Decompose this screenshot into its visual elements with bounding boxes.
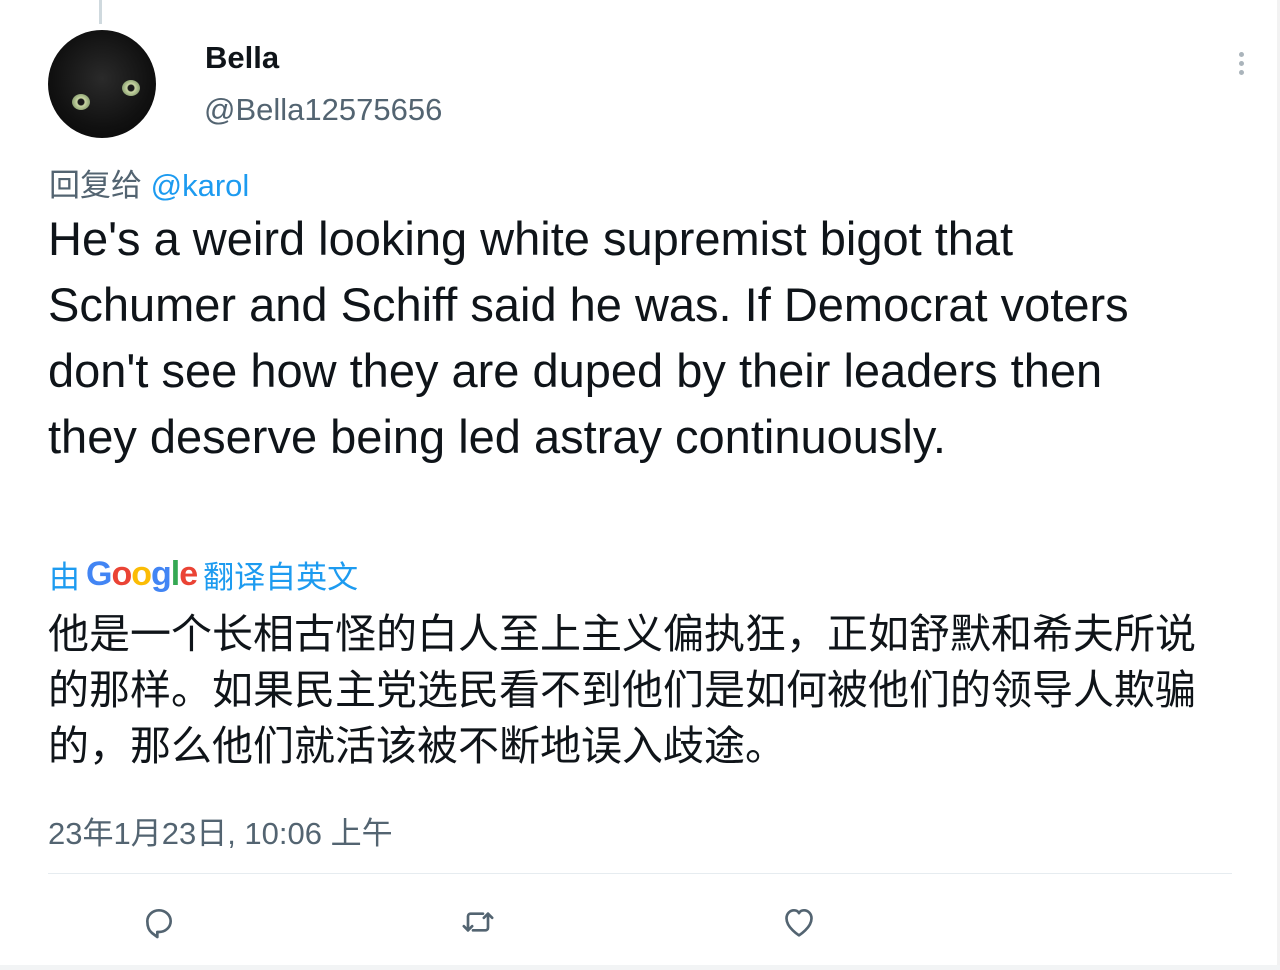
reply-button[interactable] <box>137 900 181 944</box>
translated-by[interactable]: 由 Google 翻译自英文 <box>49 552 358 597</box>
thread-connector-line <box>99 0 102 24</box>
bottom-border <box>0 965 1280 970</box>
retweet-button[interactable] <box>456 900 500 944</box>
display-name[interactable]: Bella <box>205 40 279 76</box>
replying-to: 回复给 @karol <box>49 160 249 205</box>
tweet-timestamp[interactable]: 23年1月23日, 10:06 上午 <box>48 808 393 853</box>
action-divider <box>48 873 1232 874</box>
heart-icon <box>785 909 813 937</box>
reply-mention-link[interactable]: @karol <box>151 168 250 203</box>
translated-text: 他是一个长相古怪的白人至上主义偏执狂，正如舒默和希夫所说的那样。如果民主党选民看… <box>48 610 1196 770</box>
retweet-icon <box>462 912 494 932</box>
reply-prefix: 回复给 <box>49 168 142 203</box>
cat-eye-left <box>72 94 90 110</box>
more-options-icon[interactable] <box>1226 48 1256 78</box>
reply-icon <box>146 909 172 939</box>
google-logo: Google <box>86 555 198 593</box>
tweet-text: He's a weird looking white supremist big… <box>48 212 1129 463</box>
like-button[interactable] <box>777 900 821 944</box>
translation-suffix: 翻译自英文 <box>203 560 359 595</box>
translation-prefix: 由 <box>49 560 80 595</box>
user-handle[interactable]: @Bella12575656 <box>204 92 442 128</box>
cat-eye-right <box>122 80 140 96</box>
avatar[interactable] <box>48 30 156 138</box>
